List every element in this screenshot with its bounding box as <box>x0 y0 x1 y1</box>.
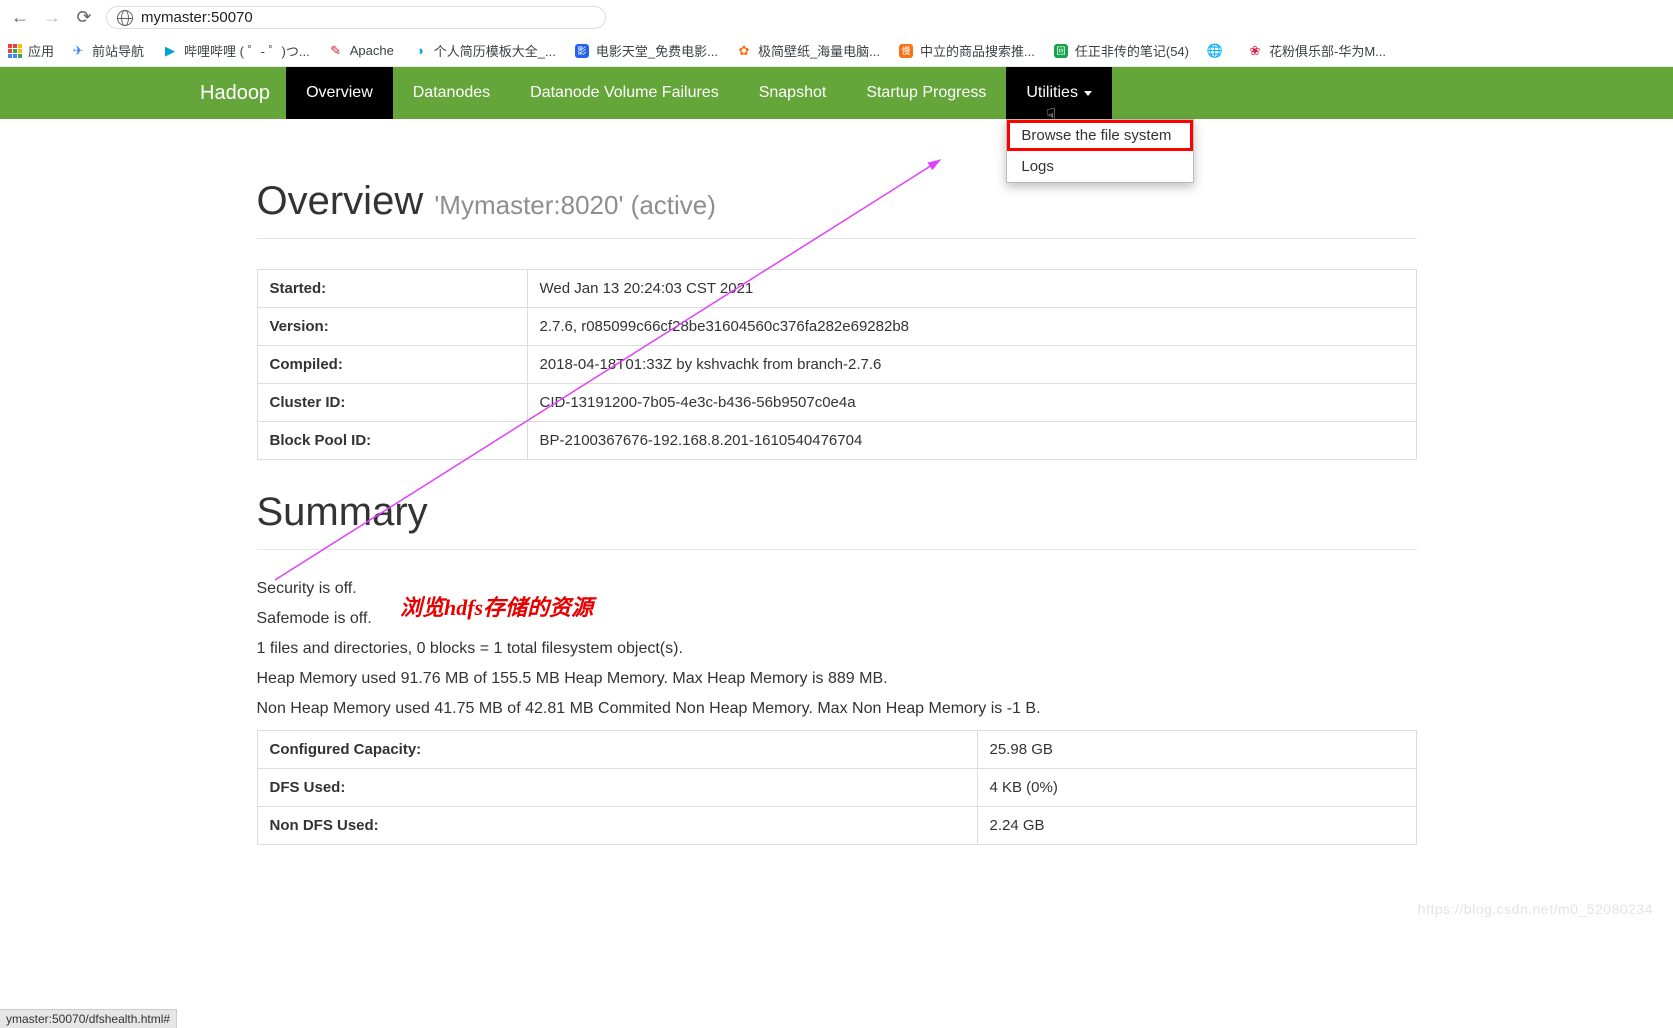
bookmark-icon: ◑ <box>412 43 428 59</box>
table-row: DFS Used:4 KB (0%) <box>257 769 1416 807</box>
bookmark-icon: 影 <box>574 43 590 59</box>
nav-snapshot[interactable]: Snapshot <box>739 67 847 119</box>
overview-table: Started:Wed Jan 13 20:24:03 CST 2021Vers… <box>257 269 1417 460</box>
bookmark-item[interactable]: 慢中立的商品搜索推... <box>898 41 1035 60</box>
nav-utilities[interactable]: Utilities☟Browse the file systemLogs <box>1006 67 1112 119</box>
bookmark-label: 电影天堂_免费电影... <box>596 41 718 60</box>
browser-toolbar: ← → ⟳ mymaster:50070 <box>0 0 1673 35</box>
utilities-dropdown: Browse the file systemLogs <box>1006 119 1194 183</box>
url-text: mymaster:50070 <box>141 9 253 26</box>
dropdown-browse-the-file-system[interactable]: Browse the file system <box>1007 120 1193 151</box>
summary-table: Configured Capacity:25.98 GBDFS Used:4 K… <box>257 730 1417 845</box>
back-button[interactable]: ← <box>10 8 30 28</box>
bookmark-item[interactable]: ✿ 极简壁纸_海量电脑... <box>736 41 880 60</box>
bookmark-icon: 慢 <box>898 43 914 59</box>
table-row: Configured Capacity:25.98 GB <box>257 731 1416 769</box>
nav-overview[interactable]: Overview <box>286 67 393 119</box>
bookmarks-bar: 应用 ✈ 前站导航 ▶ 哔哩哔哩 ( ゜- ゜)つ... ✎ Apache ◑ 个人简历模板大… <box>0 35 1673 67</box>
table-row: Block Pool ID:BP-2100367676-192.168.8.20… <box>257 422 1416 460</box>
table-row: Started:Wed Jan 13 20:24:03 CST 2021 <box>257 270 1416 308</box>
bookmark-item[interactable]: ▶ 哔哩哔哩 ( ゜- ゜)つ... <box>162 41 310 60</box>
address-bar[interactable]: mymaster:50070 <box>106 6 606 29</box>
nav-datanodes[interactable]: Datanodes <box>393 67 510 119</box>
bookmark-icon: ✎ <box>328 43 344 59</box>
bookmark-item[interactable]: 影电影天堂_免费电影... <box>574 41 718 60</box>
watermark: https://blog.csdn.net/m0_52080234 <box>1418 901 1653 917</box>
bookmark-label: 中立的商品搜索推... <box>920 41 1035 60</box>
bookmark-icon: ▶ <box>162 43 178 59</box>
apps-shortcut[interactable]: 应用 <box>8 41 54 60</box>
bookmark-label: 花粉俱乐部-华为M... <box>1269 41 1386 60</box>
bookmark-item[interactable]: 回任正非传的笔记(54) <box>1053 41 1189 60</box>
dropdown-logs[interactable]: Logs <box>1007 151 1193 182</box>
overview-subheading: 'Mymaster:8020' (active) <box>434 190 716 220</box>
bookmark-icon: ✿ <box>736 43 752 59</box>
annotation-text: 浏览hdfs存储的资源 <box>400 590 593 622</box>
bookmark-item[interactable]: ✈ 前站导航 <box>70 41 144 60</box>
summary-heading: Summary <box>257 490 1417 535</box>
status-bar: ymaster:50070/dfshealth.html# <box>0 1009 177 1028</box>
apps-label: 应用 <box>28 41 54 60</box>
bookmark-label: 任正非传的笔记(54) <box>1075 41 1189 60</box>
bookmark-icon: 🌐 <box>1207 43 1223 59</box>
table-row: Version:2.7.6, r085099c66cf28be31604560c… <box>257 308 1416 346</box>
chevron-down-icon <box>1084 91 1092 96</box>
bookmark-label: Apache <box>350 43 394 58</box>
main-navbar: Hadoop OverviewDatanodesDatanode Volume … <box>0 67 1673 119</box>
brand[interactable]: Hadoop <box>184 67 286 119</box>
bookmark-item[interactable]: ❀ 花粉俱乐部-华为M... <box>1247 41 1386 60</box>
bookmark-label: 哔哩哔哩 ( ゜- ゜)つ... <box>184 41 310 60</box>
bookmark-item[interactable]: 🌐 <box>1207 43 1229 59</box>
apps-icon <box>8 44 22 58</box>
bookmark-item[interactable]: ✎ Apache <box>328 43 394 59</box>
bookmark-label: 前站导航 <box>92 41 144 60</box>
reload-button[interactable]: ⟳ <box>74 8 94 28</box>
bookmark-label: 个人简历模板大全_... <box>434 41 556 60</box>
table-row: Non DFS Used:2.24 GB <box>257 807 1416 845</box>
bookmark-label: 极简壁纸_海量电脑... <box>758 41 880 60</box>
nav-startup-progress[interactable]: Startup Progress <box>846 67 1006 119</box>
bookmark-item[interactable]: ◑ 个人简历模板大全_... <box>412 41 556 60</box>
overview-heading: Overview 'Mymaster:8020' (active) <box>257 179 1417 224</box>
bookmark-icon: 回 <box>1053 43 1069 59</box>
forward-button[interactable]: → <box>42 8 62 28</box>
bookmark-icon: ✈ <box>70 43 86 59</box>
bookmark-icon: ❀ <box>1247 43 1263 59</box>
table-row: Compiled:2018-04-18T01:33Z by kshvachk f… <box>257 346 1416 384</box>
site-info-icon <box>117 10 133 26</box>
nav-datanode-volume-failures[interactable]: Datanode Volume Failures <box>510 67 739 119</box>
table-row: Cluster ID:CID-13191200-7b05-4e3c-b436-5… <box>257 384 1416 422</box>
